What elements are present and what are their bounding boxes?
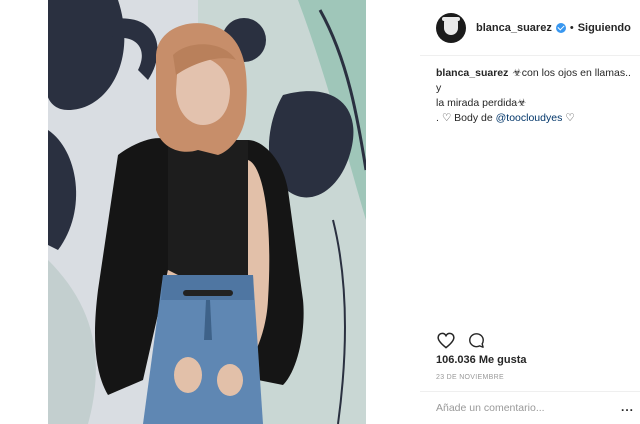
post-date[interactable]: 23 DE NOVIEMBRE [436, 374, 504, 381]
caption-line-2: la mirada perdida☣ [436, 97, 527, 109]
verified-badge-icon [555, 22, 566, 33]
post-actions [436, 330, 496, 350]
post-caption: blanca_suarez ☣con los ojos en llamas.. y… [436, 66, 636, 126]
comment-bar: ... [420, 391, 640, 424]
comment-bubble-icon [468, 332, 484, 348]
username-link[interactable]: blanca_suarez [476, 22, 552, 34]
caption-text-3-prefix: . ♡ Body de [436, 112, 496, 124]
avatar-crest-shield-icon [444, 18, 458, 35]
post-photo-image [48, 0, 366, 424]
like-button[interactable] [436, 330, 456, 350]
separator-dot: • [569, 21, 574, 34]
follow-button[interactable]: Siguiendo [578, 22, 631, 34]
mention-link[interactable]: @toocloudyes [496, 112, 563, 124]
post-header: blanca_suarez • Siguiendo [420, 0, 640, 56]
caption-text-3-suffix: ♡ [562, 112, 575, 124]
comment-input[interactable] [436, 402, 608, 414]
heart-icon [437, 332, 455, 349]
likes-count[interactable]: 106.036 Me gusta [436, 354, 527, 366]
caption-line-1: blanca_suarez ☣con los ojos en llamas.. y [436, 66, 636, 96]
avatar[interactable] [436, 12, 466, 43]
post-photo[interactable] [48, 0, 366, 424]
comment-button[interactable] [466, 330, 486, 350]
caption-line-3: . ♡ Body de @toocloudyes ♡ [436, 111, 636, 126]
more-options-icon[interactable]: ... [621, 401, 634, 413]
caption-username-link[interactable]: blanca_suarez [436, 67, 508, 79]
post-details-pane: blanca_suarez • Siguiendo blanca_suarez ☣… [420, 0, 640, 424]
post-media-area [0, 0, 420, 424]
